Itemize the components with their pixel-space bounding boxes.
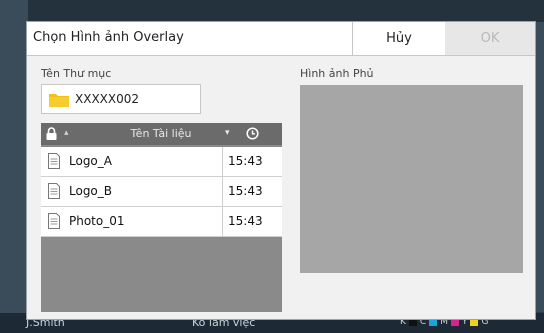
column-divider [222,147,223,176]
cancel-button[interactable]: Hủy [352,22,445,55]
folder-icon [49,94,69,107]
document-rows: Logo_A 15:43 Logo_B 15:43 Photo_01 15:43 [41,147,282,237]
folder-selector[interactable]: XXXXX002 [41,84,201,114]
document-list: ▴ Tên Tài liệu ▾ Logo_A 15:43 Logo_B 15:… [41,123,282,312]
column-divider [222,177,223,206]
document-name: Photo_01 [69,214,125,228]
document-time: 15:43 [228,214,263,228]
dialog-title: Chọn Hình ảnh Overlay [33,30,184,45]
dialog-header: Chọn Hình ảnh Overlay Hủy OK [27,22,535,56]
clock-icon[interactable] [246,127,259,140]
background-left-strip [0,0,28,333]
document-name: Logo_B [69,184,113,198]
list-item[interactable]: Logo_A 15:43 [41,147,282,177]
folder-label: Tên Thư mục [41,67,112,80]
document-time: 15:43 [228,154,263,168]
document-time: 15:43 [228,184,263,198]
list-header: ▴ Tên Tài liệu ▾ [41,123,282,145]
overlay-image-label: Hình ảnh Phủ [300,67,374,80]
background-top-bar [0,0,544,22]
column-divider [222,207,223,236]
sort-desc-icon[interactable]: ▾ [225,128,230,138]
ok-button[interactable]: OK [445,22,535,55]
document-icon [48,153,60,169]
list-item[interactable]: Logo_B 15:43 [41,177,282,207]
folder-name: XXXXX002 [75,92,140,106]
select-overlay-dialog: Chọn Hình ảnh Overlay Hủy OK Tên Thư mục… [26,21,536,320]
document-icon [48,213,60,229]
lock-icon[interactable] [46,127,57,140]
sort-asc-icon[interactable]: ▴ [64,128,69,138]
document-icon [48,183,60,199]
list-item[interactable]: Photo_01 15:43 [41,207,282,237]
overlay-preview [300,85,523,273]
document-name: Logo_A [69,154,112,168]
column-header-name[interactable]: Tên Tài liệu [101,127,221,140]
